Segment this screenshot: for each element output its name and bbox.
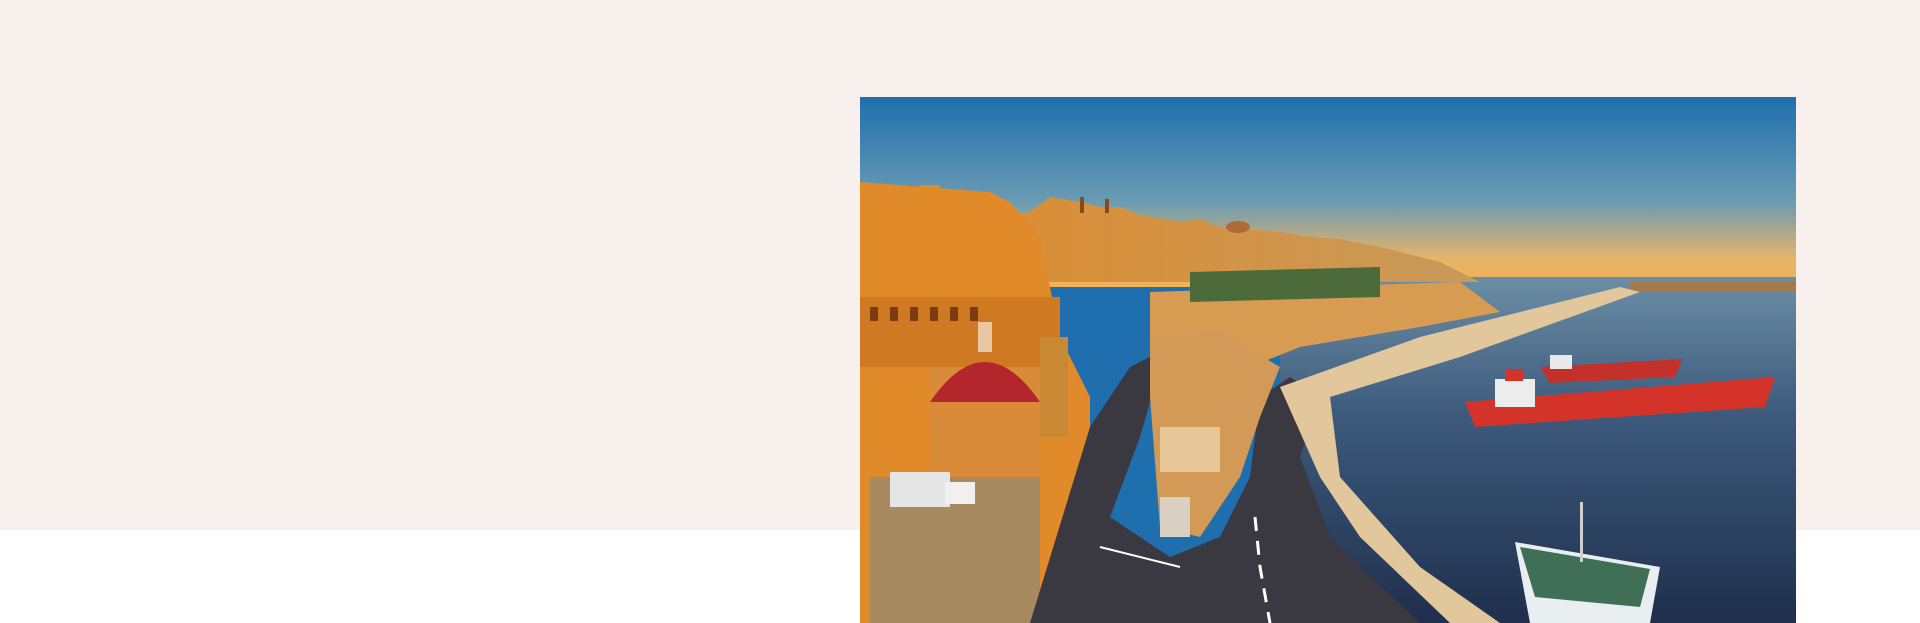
- truck: [890, 472, 950, 507]
- bell-tower: [1040, 337, 1068, 437]
- truck-cab: [945, 482, 975, 504]
- round-tower: [1160, 427, 1220, 472]
- lantern: [978, 322, 992, 352]
- window: [970, 307, 978, 321]
- window: [870, 307, 878, 321]
- harbour-city-illustration: [860, 97, 1796, 623]
- breakwater: [1630, 282, 1796, 292]
- church-spire: [1080, 197, 1084, 213]
- window: [890, 307, 898, 321]
- hero-photo: [860, 97, 1796, 623]
- church-spire: [1105, 199, 1109, 213]
- window: [950, 307, 958, 321]
- garden-trees: [1190, 267, 1380, 302]
- distant-dome: [1226, 221, 1250, 233]
- window: [930, 307, 938, 321]
- kiosk: [1160, 497, 1190, 537]
- window: [910, 307, 918, 321]
